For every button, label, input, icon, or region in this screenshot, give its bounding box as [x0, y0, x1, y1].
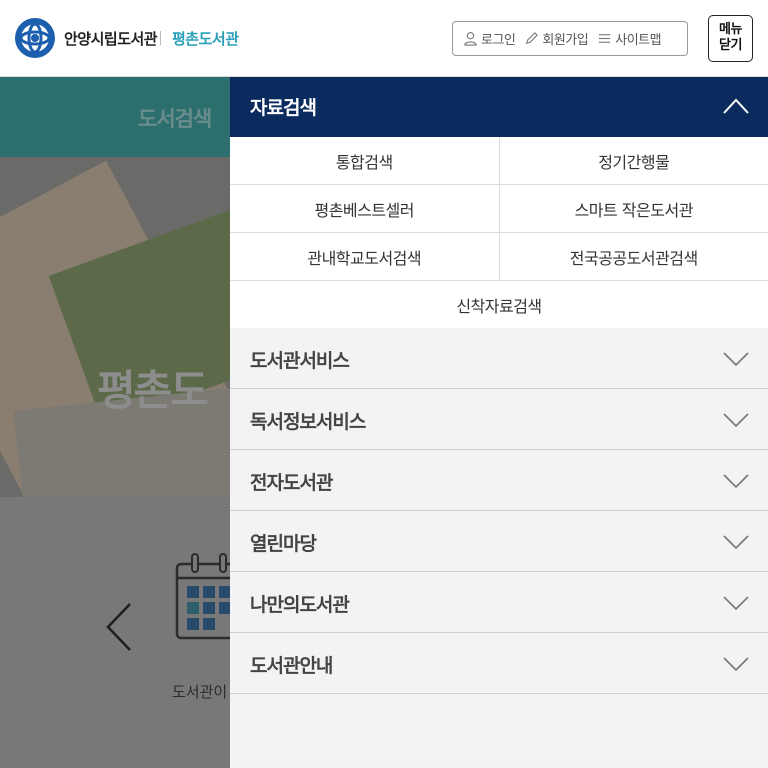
menu-close-label-line1: 메뉴: [719, 22, 742, 37]
sitemap-link[interactable]: 사이트맵: [597, 29, 662, 48]
submenu-item-school-library-search[interactable]: 관내학교도서검색: [230, 233, 499, 280]
menu-section-label: 도서관서비스: [250, 350, 350, 372]
menu-close-button[interactable]: 메뉴 닫기: [708, 15, 753, 62]
background-tab: 도서검색: [0, 77, 230, 157]
chevron-up-icon[interactable]: [723, 96, 749, 116]
menu-section-label: 도서관안내: [250, 655, 333, 677]
menu-section-title: 자료검색: [250, 97, 317, 119]
menu-close-label-line2: 닫기: [719, 38, 742, 53]
chevron-down-icon: [723, 596, 749, 611]
sitemap-label: 사이트맵: [615, 33, 662, 48]
header: 안양시립도서관 평촌도서관 로그인 회원가입 사이트맵 메뉴 닫기: [0, 0, 768, 77]
hero-banner: 평촌도: [0, 157, 230, 497]
user-icon: [464, 32, 477, 46]
submenu-row: 신착자료검색: [230, 281, 768, 328]
branch-name[interactable]: 평촌도서관: [172, 28, 239, 49]
submenu-item-smart-library[interactable]: 스마트 작은도서관: [498, 185, 768, 232]
signup-link[interactable]: 회원가입: [524, 29, 589, 48]
library-logo-icon[interactable]: [14, 17, 56, 59]
submenu-item-new-arrivals[interactable]: 신착자료검색: [230, 281, 768, 328]
submenu-item-integrated-search[interactable]: 통합검색: [230, 137, 499, 184]
menu-section-my-library[interactable]: 나만의도서관: [230, 572, 768, 633]
chevron-down-icon: [723, 535, 749, 550]
hamburger-icon: [599, 34, 611, 43]
menu-section-label: 독서정보서비스: [250, 411, 366, 433]
chevron-down-icon: [723, 413, 749, 428]
chevron-down-icon: [723, 352, 749, 367]
background-tab-label: 도서검색: [138, 107, 212, 131]
submenu-item-bestseller[interactable]: 평촌베스트셀러: [230, 185, 499, 232]
menu-section-header-active[interactable]: 자료검색: [230, 77, 768, 137]
menu-section-label: 전자도서관: [250, 472, 333, 494]
chevron-down-icon: [723, 657, 749, 672]
menu-section-library-guide[interactable]: 도서관안내: [230, 633, 768, 694]
submenu-item-national-library-search[interactable]: 전국공공도서관검색: [498, 233, 768, 280]
utility-menu: 로그인 회원가입 사이트맵: [452, 21, 688, 56]
background-page: 도서검색 평촌도 도서관이: [0, 77, 230, 768]
header-divider: [160, 31, 161, 45]
menu-section-library-services[interactable]: 도서관서비스: [230, 328, 768, 389]
mobile-menu-panel: 자료검색 통합검색 정기간행물 평촌베스트셀러 스마트 작은도서관 관내학교도서…: [230, 77, 768, 768]
menu-section-label: 나만의도서관: [250, 594, 350, 616]
site-name[interactable]: 안양시립도서관: [64, 28, 158, 49]
submenu-row: 통합검색 정기간행물: [230, 137, 768, 185]
quick-menu-caption: 도서관이: [172, 683, 228, 701]
login-label: 로그인: [481, 33, 516, 48]
menu-section-open-forum[interactable]: 열린마당: [230, 511, 768, 572]
chevron-down-icon: [723, 474, 749, 489]
menu-section-e-library[interactable]: 전자도서관: [230, 450, 768, 511]
chevron-left-icon[interactable]: [104, 602, 134, 652]
login-link[interactable]: 로그인: [463, 29, 516, 48]
submenu-grid: 통합검색 정기간행물 평촌베스트셀러 스마트 작은도서관 관내학교도서검색 전국…: [230, 137, 768, 328]
submenu-item-periodicals[interactable]: 정기간행물: [498, 137, 768, 184]
signup-label: 회원가입: [542, 33, 589, 48]
pencil-icon: [526, 32, 539, 45]
submenu-row: 평촌베스트셀러 스마트 작은도서관: [230, 185, 768, 233]
menu-section-label: 열린마당: [250, 533, 317, 555]
calendar-icon[interactable]: [174, 552, 230, 644]
submenu-row: 관내학교도서검색 전국공공도서관검색: [230, 233, 768, 281]
hero-title: 평촌도: [97, 366, 209, 415]
menu-section-reading-info[interactable]: 독서정보서비스: [230, 389, 768, 450]
